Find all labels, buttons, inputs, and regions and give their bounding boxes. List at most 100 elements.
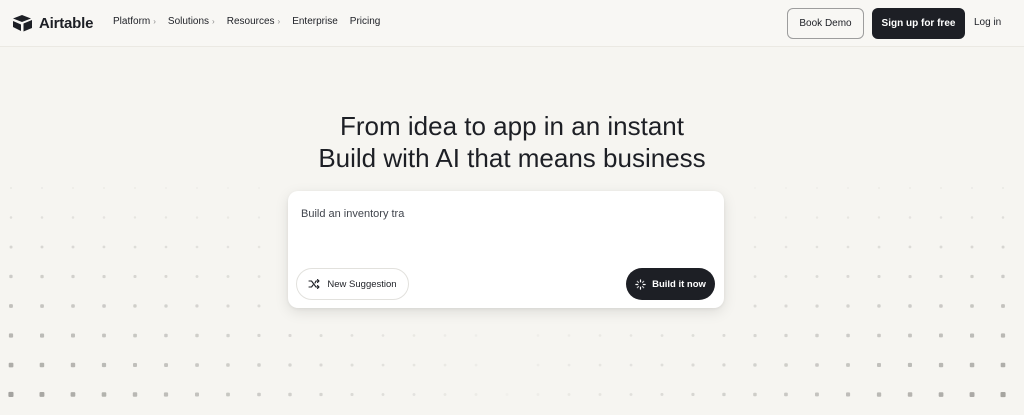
decorative-dot xyxy=(132,392,138,397)
nav-solutions[interactable]: Solutions › xyxy=(168,16,215,27)
decorative-dot xyxy=(939,333,943,338)
decorative-dot xyxy=(536,334,540,337)
nav-enterprise[interactable]: Enterprise xyxy=(292,16,338,27)
decorative-dot xyxy=(381,393,385,396)
decorative-dot xyxy=(629,393,633,396)
decorative-dot xyxy=(164,216,168,219)
decorative-dot xyxy=(40,304,44,308)
decorative-dot xyxy=(847,187,849,189)
decorative-dot xyxy=(8,333,14,338)
decorative-dot xyxy=(877,275,881,278)
decorative-dot xyxy=(970,216,974,219)
book-demo-button[interactable]: Book Demo xyxy=(787,8,864,39)
decorative-dot xyxy=(567,393,571,396)
decorative-dot xyxy=(970,304,974,308)
decorative-dot xyxy=(970,333,975,338)
decorative-dot xyxy=(691,363,695,367)
decorative-dot xyxy=(877,304,881,308)
decorative-dot xyxy=(815,304,819,308)
decorative-dot xyxy=(319,363,323,367)
decorative-dot xyxy=(816,187,818,189)
decorative-dot xyxy=(907,392,913,397)
airtable-logo-icon xyxy=(13,15,32,32)
decorative-dot xyxy=(133,216,137,219)
decorative-dot xyxy=(815,363,819,367)
decorative-dot xyxy=(907,362,912,367)
decorative-dot xyxy=(754,187,756,189)
log-in-link[interactable]: Log in xyxy=(974,17,1001,28)
decorative-dot xyxy=(1001,304,1005,308)
decorative-dot xyxy=(846,245,850,249)
decorative-dot xyxy=(10,187,12,189)
decorative-dot xyxy=(846,333,850,338)
decorative-dot xyxy=(257,392,261,397)
decorative-dot xyxy=(226,245,230,249)
decorative-dot xyxy=(226,275,230,278)
decorative-dot xyxy=(133,245,137,249)
decorative-dot xyxy=(815,245,819,249)
decorative-dot xyxy=(815,333,819,338)
decorative-dot xyxy=(257,304,261,308)
decorative-dot xyxy=(9,274,13,279)
nav-pricing[interactable]: Pricing xyxy=(350,16,381,27)
decorative-dot xyxy=(753,334,757,338)
brand-name: Airtable xyxy=(39,14,94,32)
decorative-dot xyxy=(350,393,354,396)
decorative-dot xyxy=(443,393,447,396)
decorative-dot xyxy=(876,392,882,397)
decorative-dot xyxy=(164,304,168,308)
decorative-dot xyxy=(8,362,14,368)
decorative-dot xyxy=(39,362,45,368)
decorative-dot xyxy=(412,393,416,396)
decorative-dot xyxy=(102,304,106,308)
top-nav-bar: Airtable Platform › Solutions › Resource… xyxy=(0,0,1024,47)
sign-up-button[interactable]: Sign up for free xyxy=(872,8,965,39)
decorative-dot xyxy=(288,334,292,337)
decorative-dot xyxy=(412,363,416,367)
decorative-dot xyxy=(536,393,540,396)
new-suggestion-label: New Suggestion xyxy=(327,278,397,290)
decorative-dot xyxy=(195,363,199,367)
decorative-dot xyxy=(908,333,912,338)
decorative-dot xyxy=(784,304,788,308)
decorative-dot xyxy=(134,187,136,189)
decorative-dot xyxy=(971,187,973,189)
decorative-dot xyxy=(40,216,44,219)
decorative-dot xyxy=(598,363,602,367)
decorative-dot xyxy=(288,392,292,397)
decorative-dot xyxy=(784,275,788,278)
decorative-dot xyxy=(629,334,633,337)
airtable-logo[interactable]: Airtable xyxy=(13,13,93,33)
nav-resources[interactable]: Resources › xyxy=(227,16,280,27)
decorative-dot xyxy=(629,363,633,367)
decorative-dot xyxy=(846,363,850,367)
decorative-dot xyxy=(908,245,912,249)
build-it-now-button[interactable]: Build it now xyxy=(626,268,715,300)
decorative-dot xyxy=(101,362,107,368)
decorative-dot xyxy=(722,334,726,337)
build-it-now-label: Build it now xyxy=(652,278,706,290)
nav-label: Enterprise xyxy=(292,16,338,27)
decorative-dot xyxy=(753,304,757,308)
decorative-dot xyxy=(133,363,137,367)
decorative-dot xyxy=(939,216,943,219)
nav-platform[interactable]: Platform › xyxy=(113,16,156,27)
decorative-dot xyxy=(8,391,14,397)
decorative-dot xyxy=(660,334,664,337)
decorative-dot xyxy=(381,334,385,337)
prompt-input[interactable] xyxy=(301,208,711,220)
decorative-dot xyxy=(258,187,260,189)
new-suggestion-button[interactable]: New Suggestion xyxy=(296,268,409,300)
decorative-dot xyxy=(785,187,787,189)
decorative-dot xyxy=(70,362,76,368)
decorative-dot xyxy=(133,304,137,308)
decorative-dot xyxy=(1002,187,1004,189)
decorative-dot xyxy=(1001,216,1005,219)
decorative-dot xyxy=(443,334,447,337)
decorative-dot xyxy=(195,275,199,278)
decorative-dot xyxy=(71,274,75,279)
decorative-dot xyxy=(940,187,942,189)
decorative-dot xyxy=(784,216,788,219)
hero-line-1: From idea to app in an instant xyxy=(340,111,684,141)
decorative-dot xyxy=(164,245,168,249)
